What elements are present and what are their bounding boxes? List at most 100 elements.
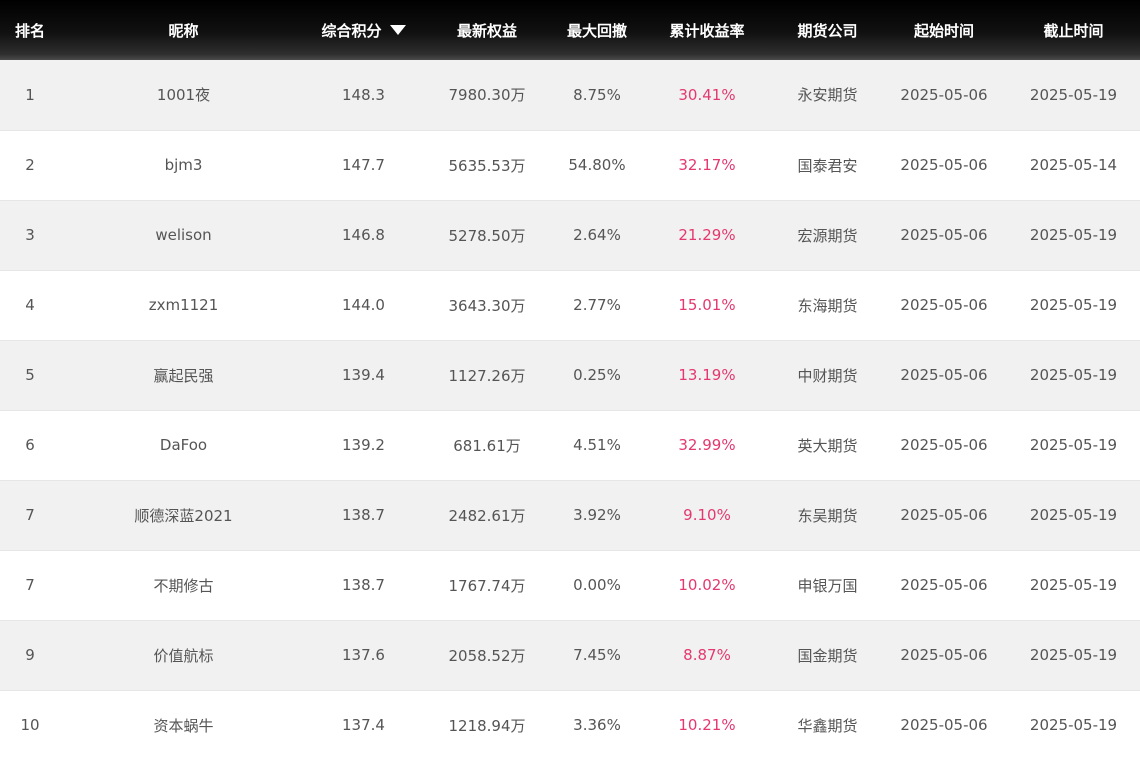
cell-end: 2025-05-19 [1007,60,1140,131]
table-body: 1 1001夜 148.3 7980.30万 8.75% 30.41% 永安期货 2025-0… [0,60,1140,759]
cell-nickname: zxm1121 [60,270,307,341]
cell-rank: 1 [0,60,60,131]
cell-company: 永安期货 [774,60,881,131]
header-nickname[interactable]: 昵称 [60,0,307,60]
cell-company: 华鑫期货 [774,690,881,759]
header-equity[interactable]: 最新权益 [420,0,554,60]
cell-start: 2025-05-06 [881,480,1007,551]
cell-score: 137.6 [307,620,420,691]
cell-rank: 3 [0,200,60,271]
header-return-rate-label: 累计收益率 [669,21,745,40]
cell-nickname: DaFoo [60,410,307,481]
cell-rank: 6 [0,410,60,481]
header-rank-label: 排名 [14,21,45,40]
cell-company: 中财期货 [774,340,881,411]
header-start-label: 起始时间 [913,21,974,40]
cell-drawdown: 54.80% [554,130,640,201]
cell-start: 2025-05-06 [881,130,1007,201]
table-row[interactable]: 7 顺德深蓝2021 138.7 2482.61万 3.92% 9.10% 东吴期货 2025… [0,480,1140,551]
cell-end: 2025-05-14 [1007,130,1140,201]
table-row[interactable]: 6 DaFoo 139.2 681.61万 4.51% 32.99% 英大期货 2025-05… [0,410,1140,481]
cell-return-rate: 9.10% [640,480,774,551]
cell-return-rate: 21.29% [640,200,774,271]
cell-return-rate: 30.41% [640,60,774,131]
cell-score: 138.7 [307,480,420,551]
cell-company: 申银万国 [774,550,881,621]
ranking-table: 排名 昵称 综合积分 最新权益 最大回撤 累计收益率 期货公司 起始时间 截止时… [0,0,1140,759]
header-nickname-label: 昵称 [168,21,199,40]
cell-return-rate: 15.01% [640,270,774,341]
cell-score: 139.4 [307,340,420,411]
header-company[interactable]: 期货公司 [774,0,881,60]
caret-down-icon[interactable] [389,25,406,35]
header-end-label: 截止时间 [1043,21,1104,40]
cell-equity: 1767.74万 [420,550,554,621]
header-rank[interactable]: 排名 [0,0,60,60]
cell-rank: 9 [0,620,60,691]
cell-start: 2025-05-06 [881,340,1007,411]
cell-nickname: welison [60,200,307,271]
cell-drawdown: 2.64% [554,200,640,271]
cell-start: 2025-05-06 [881,550,1007,621]
header-start[interactable]: 起始时间 [881,0,1007,60]
cell-start: 2025-05-06 [881,620,1007,691]
table-row[interactable]: 4 zxm1121 144.0 3643.30万 2.77% 15.01% 东海期货 2025… [0,270,1140,341]
cell-return-rate: 32.99% [640,410,774,481]
cell-end: 2025-05-19 [1007,480,1140,551]
table-row[interactable]: 3 welison 146.8 5278.50万 2.64% 21.29% 宏源期货 2025… [0,200,1140,271]
cell-nickname: 赢起民强 [60,340,307,411]
table-row[interactable]: 10 资本蜗牛 137.4 1218.94万 3.36% 10.21% 华鑫期货 2025-0… [0,690,1140,759]
cell-rank: 7 [0,550,60,621]
cell-return-rate: 32.17% [640,130,774,201]
table-row[interactable]: 2 bjm3 147.7 5635.53万 54.80% 32.17% 国泰君安 2025-0… [0,130,1140,201]
cell-equity: 2482.61万 [420,480,554,551]
cell-equity: 2058.52万 [420,620,554,691]
table-row[interactable]: 7 不期修古 138.7 1767.74万 0.00% 10.02% 申银万国 2025-05… [0,550,1140,621]
header-drawdown[interactable]: 最大回撤 [554,0,640,60]
cell-equity: 1127.26万 [420,340,554,411]
cell-rank: 2 [0,130,60,201]
cell-company: 东吴期货 [774,480,881,551]
cell-score: 137.4 [307,690,420,759]
cell-score: 139.2 [307,410,420,481]
cell-score: 148.3 [307,60,420,131]
cell-end: 2025-05-19 [1007,550,1140,621]
cell-end: 2025-05-19 [1007,340,1140,411]
cell-end: 2025-05-19 [1007,200,1140,271]
cell-nickname: bjm3 [60,130,307,201]
header-row: 排名 昵称 综合积分 最新权益 最大回撤 累计收益率 期货公司 起始时间 截止时… [0,0,1140,60]
cell-equity: 5635.53万 [420,130,554,201]
cell-start: 2025-05-06 [881,200,1007,271]
cell-equity: 1218.94万 [420,690,554,759]
header-score-label: 综合积分 [321,21,382,40]
table-row[interactable]: 1 1001夜 148.3 7980.30万 8.75% 30.41% 永安期货 2025-0… [0,60,1140,131]
cell-equity: 7980.30万 [420,60,554,131]
cell-score: 147.7 [307,130,420,201]
cell-nickname: 不期修古 [60,550,307,621]
cell-rank: 7 [0,480,60,551]
leaderboard: 排名 昵称 综合积分 最新权益 最大回撤 累计收益率 期货公司 起始时间 截止时… [0,0,1140,759]
header-return-rate[interactable]: 累计收益率 [640,0,774,60]
table-row[interactable]: 9 价值航标 137.6 2058.52万 7.45% 8.87% 国金期货 2025-05-… [0,620,1140,691]
cell-drawdown: 3.92% [554,480,640,551]
cell-start: 2025-05-06 [881,60,1007,131]
cell-end: 2025-05-19 [1007,620,1140,691]
table-header: 排名 昵称 综合积分 最新权益 最大回撤 累计收益率 期货公司 起始时间 截止时… [0,0,1140,60]
cell-nickname: 价值航标 [60,620,307,691]
cell-company: 国泰君安 [774,130,881,201]
cell-end: 2025-05-19 [1007,270,1140,341]
cell-equity: 681.61万 [420,410,554,481]
cell-score: 138.7 [307,550,420,621]
cell-company: 国金期货 [774,620,881,691]
cell-return-rate: 8.87% [640,620,774,691]
cell-equity: 3643.30万 [420,270,554,341]
table-row[interactable]: 5 赢起民强 139.4 1127.26万 0.25% 13.19% 中财期货 2025-05… [0,340,1140,411]
cell-drawdown: 0.00% [554,550,640,621]
cell-end: 2025-05-19 [1007,410,1140,481]
header-score[interactable]: 综合积分 [307,0,420,60]
header-equity-label: 最新权益 [456,21,517,40]
cell-rank: 10 [0,690,60,759]
header-end[interactable]: 截止时间 [1007,0,1140,60]
header-drawdown-label: 最大回撤 [566,21,627,40]
cell-return-rate: 10.21% [640,690,774,759]
